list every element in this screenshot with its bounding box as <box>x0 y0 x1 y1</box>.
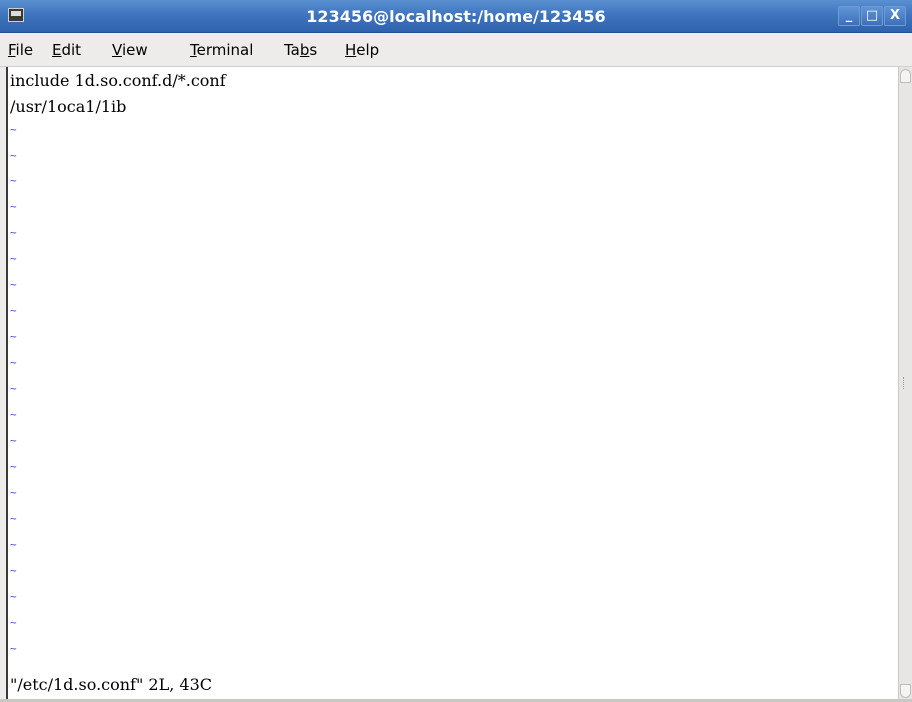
empty-line-marker: ~ <box>10 590 17 603</box>
empty-line-marker: ~ <box>10 382 17 395</box>
empty-line-marker: ~ <box>10 486 17 499</box>
menu-view[interactable]: View <box>112 41 148 59</box>
empty-line-marker: ~ <box>10 278 17 291</box>
empty-line-marker: ~ <box>10 434 17 447</box>
empty-line-marker: ~ <box>10 616 17 629</box>
scroll-down-button[interactable] <box>900 684 911 698</box>
empty-line-marker: ~ <box>10 304 17 317</box>
empty-line-marker: ~ <box>10 564 17 577</box>
close-button[interactable]: X <box>884 6 906 26</box>
vertical-scrollbar[interactable] <box>898 67 912 700</box>
title-bar[interactable]: 123456@localhost:/home/123456 _ □ X <box>0 0 912 33</box>
menu-terminal[interactable]: Terminal <box>190 41 253 59</box>
editor-line-1: include 1d.so.conf.d/*.conf <box>10 71 226 90</box>
empty-line-marker: ~ <box>10 642 17 655</box>
empty-line-marker: ~ <box>10 408 17 421</box>
minimize-button[interactable]: _ <box>838 6 860 26</box>
menu-file[interactable]: File <box>8 41 33 59</box>
empty-line-marker: ~ <box>10 149 17 162</box>
scrollbar-grip[interactable] <box>903 377 908 389</box>
menu-edit[interactable]: Edit <box>52 41 81 59</box>
menu-help[interactable]: Help <box>345 41 379 59</box>
menu-tabs[interactable]: Tabs <box>284 41 317 59</box>
empty-line-marker: ~ <box>10 538 17 551</box>
menu-bar: File Edit View Terminal Tabs Help <box>0 33 912 67</box>
terminal-window: 123456@localhost:/home/123456 _ □ X File… <box>0 0 912 702</box>
empty-line-marker: ~ <box>10 226 17 239</box>
editor-line-2: /usr/1oca1/1ib <box>10 97 127 116</box>
empty-line-marker: ~ <box>10 356 17 369</box>
terminal-text-area[interactable]: include 1d.so.conf.d/*.conf /usr/1oca1/1… <box>6 67 898 700</box>
empty-line-marker: ~ <box>10 460 17 473</box>
status-line: "/etc/1d.so.conf" 2L, 43C <box>10 675 212 694</box>
empty-line-marker: ~ <box>10 512 17 525</box>
empty-line-marker: ~ <box>10 123 17 136</box>
scroll-up-button[interactable] <box>900 69 911 83</box>
empty-line-marker: ~ <box>10 200 17 213</box>
window-title: 123456@localhost:/home/123456 <box>306 7 606 26</box>
empty-line-marker: ~ <box>10 330 17 343</box>
empty-line-marker: ~ <box>10 252 17 265</box>
maximize-button[interactable]: □ <box>861 6 883 26</box>
empty-line-marker: ~ <box>10 174 17 187</box>
